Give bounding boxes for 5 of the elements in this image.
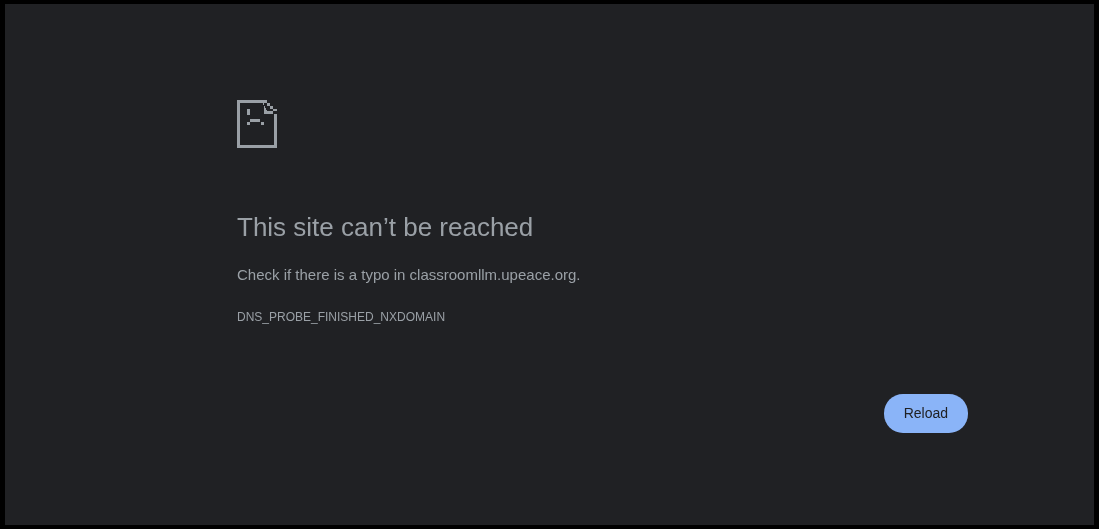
sad-page-icon [237,100,277,148]
reload-button[interactable]: Reload [883,393,968,433]
error-heading: This site can’t be reached [237,212,535,242]
error-message: Check if there is a typo in classroomllm.upeace.org. [237,265,582,285]
error-code: DNS_PROBE_FINISHED_NXDOMAIN [237,308,447,326]
